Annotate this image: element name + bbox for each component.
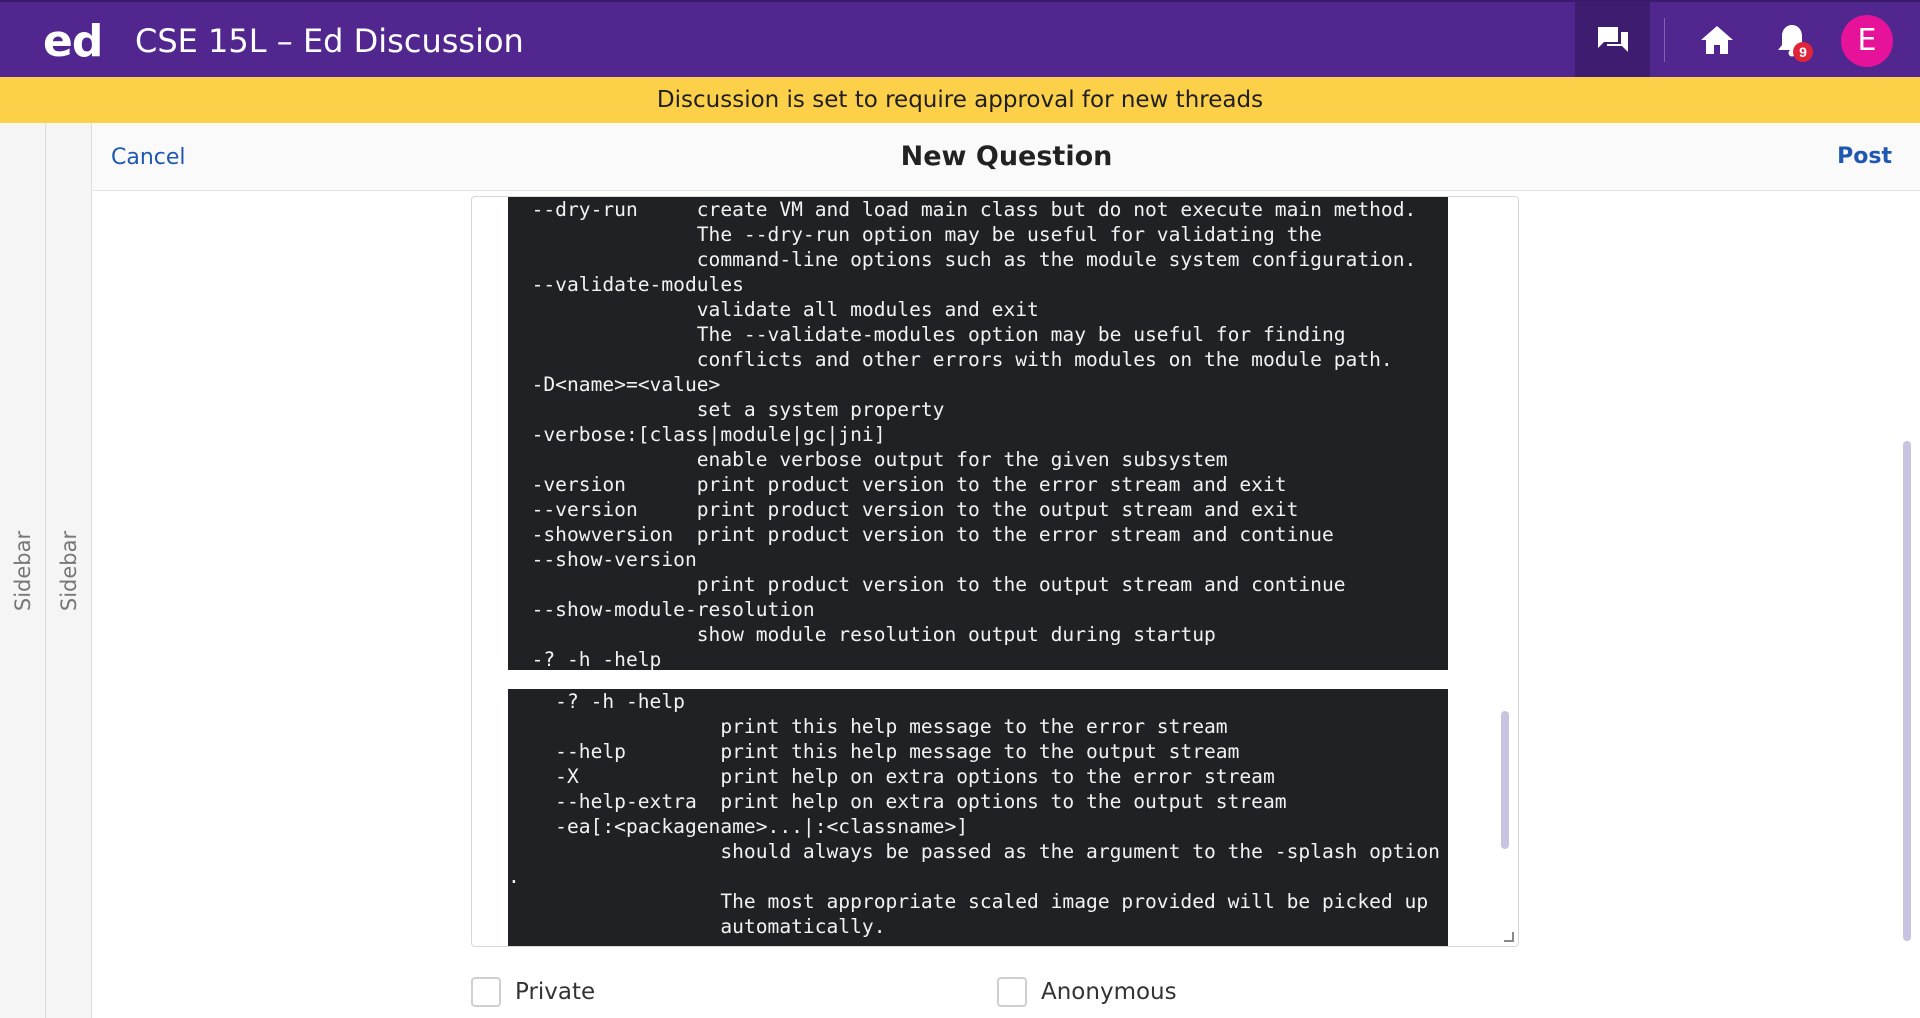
discussion-icon — [1597, 26, 1628, 52]
code-line: -? -h -help — [508, 648, 662, 670]
code-line: --help print this help message to the ou… — [508, 740, 1240, 763]
code-line: The --validate-modules option may be use… — [508, 323, 1346, 346]
code-line: -verbose:[class|module|gc|jni] — [508, 423, 886, 446]
code-line: --show-module-resolution — [508, 598, 815, 621]
code-line: enable verbose output for the given subs… — [508, 448, 1228, 471]
user-avatar[interactable]: E — [1841, 15, 1893, 67]
code-line: -? -h -help — [508, 690, 685, 713]
code-line: --version print product version to the o… — [508, 498, 1299, 521]
post-button[interactable]: Post — [1837, 144, 1892, 169]
code-line: show module resolution output during sta… — [508, 623, 1216, 646]
question-body-editor[interactable]: --dry-run create VM and load main class … — [471, 196, 1519, 947]
code-line: --help-extra print help on extra options… — [508, 790, 1287, 813]
code-line: validate all modules and exit — [508, 298, 1039, 321]
sidebar-label: Sidebar — [57, 530, 81, 612]
page-scrollbar[interactable] — [1903, 441, 1911, 941]
code-line: -ea[:<packagename>...|:<classname>] — [508, 815, 969, 838]
home-icon — [1701, 26, 1733, 54]
code-line: . — [508, 865, 520, 888]
code-line: --dry-run create VM and load main class … — [508, 198, 1417, 221]
code-block[interactable]: --dry-run create VM and load main class … — [508, 197, 1448, 670]
resize-handle-icon[interactable] — [1504, 932, 1514, 942]
code-line: command-line options such as the module … — [508, 248, 1417, 271]
code-line: -X print help on extra options to the er… — [508, 765, 1275, 788]
approval-banner: Discussion is set to require approval fo… — [0, 77, 1920, 123]
code-line: should always be passed as the argument … — [508, 840, 1440, 863]
private-label: Private — [515, 979, 596, 1005]
anonymous-option[interactable]: Anonymous — [997, 976, 1177, 1008]
anonymous-checkbox[interactable] — [997, 977, 1027, 1007]
sidebar-label: Sidebar — [11, 530, 35, 612]
compose-header: New Question Cancel Post — [93, 123, 1920, 191]
home-nav-button[interactable] — [1697, 20, 1737, 60]
course-title: CSE 15L – Ed Discussion — [135, 22, 524, 60]
private-option[interactable]: Private — [471, 976, 595, 1008]
ed-logo[interactable]: ed — [43, 16, 103, 67]
private-checkbox[interactable] — [471, 977, 501, 1007]
sidebar-toggle-primary[interactable]: Sidebar — [0, 123, 46, 1018]
top-bar: ed CSE 15L – Ed Discussion 9 E — [0, 0, 1920, 77]
nav-divider — [1664, 18, 1665, 62]
discussion-nav-button[interactable] — [1575, 2, 1650, 77]
sidebar-toggle-secondary[interactable]: Sidebar — [46, 123, 92, 1018]
editor-scrollbar[interactable] — [1501, 711, 1509, 849]
code-line: set a system property — [508, 398, 945, 421]
page-title: New Question — [900, 141, 1113, 172]
anonymous-label: Anonymous — [1041, 979, 1177, 1005]
code-line: -showversion print product version to th… — [508, 523, 1334, 546]
cancel-button[interactable]: Cancel — [111, 145, 186, 170]
code-line: --show-version — [508, 548, 697, 571]
code-line: The most appropriate scaled image provid… — [508, 890, 1429, 913]
code-line: automatically. — [508, 915, 886, 938]
code-line: print product version to the output stre… — [508, 573, 1346, 596]
code-line: -D<name>=<value> — [508, 373, 721, 396]
code-block[interactable]: -? -h -help print this help message to t… — [508, 689, 1448, 946]
compose-body: --dry-run create VM and load main class … — [93, 191, 1920, 1018]
code-line: conflicts and other errors with modules … — [508, 348, 1393, 371]
code-line: print this help message to the error str… — [508, 715, 1228, 738]
code-line: --validate-modules — [508, 273, 744, 296]
code-line: -version print product version to the er… — [508, 473, 1287, 496]
notification-count-badge: 9 — [1793, 42, 1813, 62]
code-line: The --dry-run option may be useful for v… — [508, 223, 1322, 246]
